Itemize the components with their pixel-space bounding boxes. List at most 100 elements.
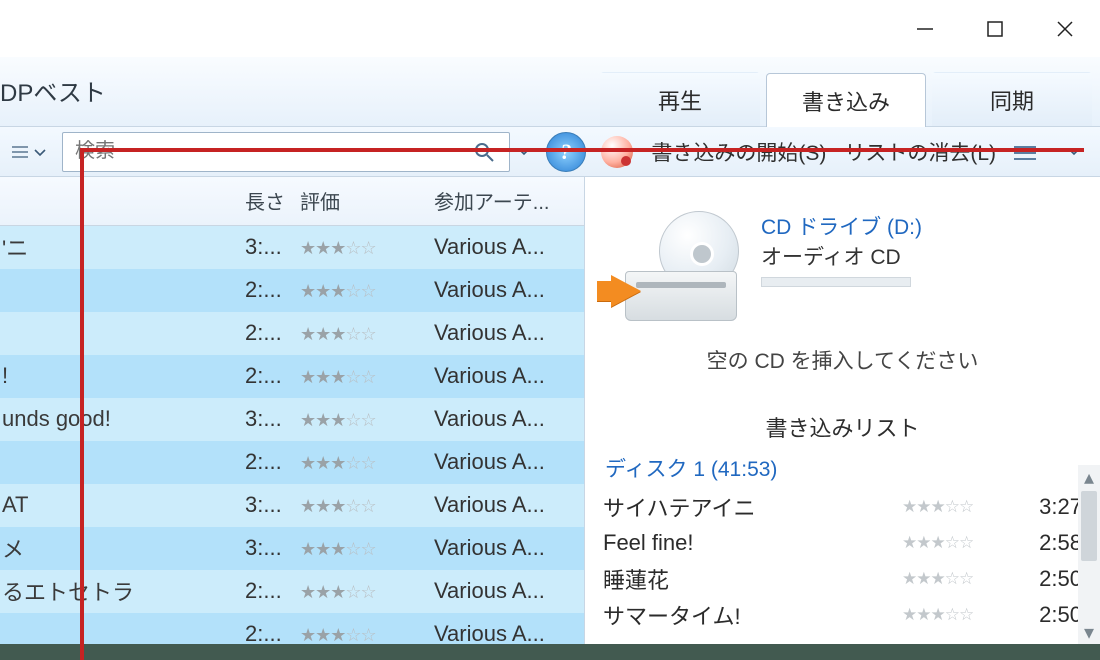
rating-stars[interactable]: ★★★☆☆ <box>300 367 376 387</box>
cell-artist: Various A... <box>434 406 584 432</box>
tab-strip: 再生 書き込み 同期 <box>600 72 1100 126</box>
rating-stars[interactable]: ★★★☆☆ <box>300 539 376 559</box>
cell-title: ! <box>0 363 245 389</box>
cell-length: 3:... <box>245 234 300 260</box>
main-split: 長さ 評価 参加アーテ... 'ニ3:...★★★☆☆Various A...2… <box>0 177 1100 644</box>
col-length[interactable]: 長さ <box>245 186 300 215</box>
scroll-up-icon[interactable]: ▴ <box>1078 465 1100 489</box>
table-row[interactable]: 'ニ3:...★★★☆☆ Various A... <box>0 226 584 269</box>
track-list: 'ニ3:...★★★☆☆Various A...2:...★★★☆☆Variou… <box>0 226 584 644</box>
drive-message: 空の CD を挿入してください <box>585 345 1100 375</box>
table-row[interactable]: 2:...★★★☆☆ Various A... <box>0 613 584 644</box>
table-row[interactable]: unds good!3:...★★★☆☆ Various A... <box>0 398 584 441</box>
burn-pane: CD ドライブ (D:) オーディオ CD 空の CD を挿入してください 書き… <box>585 177 1100 644</box>
col-artist[interactable]: 参加アーテ... <box>434 186 584 215</box>
burn-item-length: 2:50 <box>1022 566 1082 592</box>
drive-icon <box>625 211 745 321</box>
cell-length: 3:... <box>245 406 300 432</box>
scrollbar[interactable]: ▴ ▾ <box>1078 465 1100 644</box>
minimize-button[interactable] <box>890 0 960 57</box>
cell-rating: ★★★☆☆ <box>300 578 434 604</box>
view-options-dropdown[interactable] <box>0 132 56 172</box>
rating-stars[interactable]: ★★★☆☆ <box>300 238 376 258</box>
list-item[interactable]: サマータイム!★★★☆☆2:50 <box>603 597 1082 633</box>
rating-stars[interactable]: ★★★☆☆ <box>902 533 1022 553</box>
tab-sync[interactable]: 同期 <box>932 72 1092 126</box>
rating-stars[interactable]: ★★★☆☆ <box>902 497 1022 517</box>
cell-title: AT <box>0 492 245 518</box>
rating-stars[interactable]: ★★★☆☆ <box>300 625 376 644</box>
cell-title: 'ニ <box>0 231 245 263</box>
cell-title: メ <box>0 532 245 564</box>
window-titlebar <box>0 0 1100 57</box>
rating-stars[interactable]: ★★★☆☆ <box>902 605 1022 625</box>
rating-stars[interactable]: ★★★☆☆ <box>300 410 376 430</box>
insert-arrow-icon <box>611 275 641 307</box>
table-row[interactable]: AT3:...★★★☆☆ Various A... <box>0 484 584 527</box>
header-bar: DPベスト 再生 書き込み 同期 <box>0 57 1100 127</box>
table-row[interactable]: るエトセトラ2:...★★★☆☆Various A... <box>0 570 584 613</box>
library-pane: 長さ 評価 参加アーテ... 'ニ3:...★★★☆☆Various A...2… <box>0 177 585 644</box>
burn-item-length: 2:58 <box>1022 530 1082 556</box>
cell-rating: ★★★☆☆ <box>300 320 434 346</box>
cell-rating: ★★★☆☆ <box>300 621 434 644</box>
cell-length: 3:... <box>245 492 300 518</box>
rating-stars[interactable]: ★★★☆☆ <box>902 569 1022 589</box>
close-button[interactable] <box>1030 0 1100 57</box>
burn-item-name: 睡蓮花 <box>603 563 902 595</box>
burn-item-name: サマータイム! <box>603 599 902 631</box>
cell-length: 2:... <box>245 277 300 303</box>
table-row[interactable]: 2:...★★★☆☆Various A... <box>0 441 584 484</box>
tab-burn[interactable]: 書き込み <box>766 73 926 127</box>
burn-list[interactable]: サイハテアイニ★★★☆☆3:27Feel fine!★★★☆☆2:58睡蓮花★★… <box>585 489 1100 633</box>
list-item[interactable]: 睡蓮花★★★☆☆2:50 <box>603 561 1082 597</box>
drive-capacity-bar <box>761 277 911 287</box>
table-row[interactable]: メ3:...★★★☆☆Various A... <box>0 527 584 570</box>
table-row[interactable]: !2:...★★★☆☆ Various A... <box>0 355 584 398</box>
list-item[interactable]: サイハテアイニ★★★☆☆3:27 <box>603 489 1082 525</box>
cell-artist: Various A... <box>434 578 584 604</box>
cell-length: 2:... <box>245 363 300 389</box>
burn-item-name: サイハテアイニ <box>603 491 902 523</box>
rating-stars[interactable]: ★★★☆☆ <box>300 281 376 301</box>
cell-rating: ★★★☆☆ <box>300 535 434 561</box>
cell-artist: Various A... <box>434 320 584 346</box>
list-item[interactable]: Feel fine!★★★☆☆2:58 <box>603 525 1082 561</box>
cell-artist: Various A... <box>434 492 584 518</box>
burn-item-length: 3:27 <box>1022 494 1082 520</box>
tab-play[interactable]: 再生 <box>600 72 760 126</box>
cell-rating: ★★★☆☆ <box>300 449 434 475</box>
rating-stars[interactable]: ★★★☆☆ <box>300 453 376 473</box>
rating-stars[interactable]: ★★★☆☆ <box>300 496 376 516</box>
rating-stars[interactable]: ★★★☆☆ <box>300 324 376 344</box>
cell-rating: ★★★☆☆ <box>300 234 434 260</box>
cell-artist: Various A... <box>434 234 584 260</box>
rating-stars[interactable]: ★★★☆☆ <box>300 582 376 602</box>
cell-rating: ★★★☆☆ <box>300 363 434 389</box>
cell-length: 2:... <box>245 578 300 604</box>
cell-title: unds good! <box>0 406 245 432</box>
page-title: DPベスト <box>0 73 600 126</box>
drive-type: オーディオ CD <box>761 241 922 271</box>
chevron-down-icon <box>34 140 46 163</box>
disc-label: ディスク 1 (41:53) <box>585 443 1100 489</box>
table-row[interactable]: 2:...★★★☆☆ Various A... <box>0 312 584 355</box>
scroll-down-icon[interactable]: ▾ <box>1078 620 1100 644</box>
cell-artist: Various A... <box>434 621 584 644</box>
cell-artist: Various A... <box>434 363 584 389</box>
cell-artist: Various A... <box>434 277 584 303</box>
maximize-button[interactable] <box>960 0 1030 57</box>
cell-rating: ★★★☆☆ <box>300 277 434 303</box>
cell-length: 2:... <box>245 621 300 644</box>
cell-artist: Various A... <box>434 449 584 475</box>
scroll-thumb[interactable] <box>1081 491 1097 561</box>
burn-item-name: Feel fine! <box>603 530 902 556</box>
col-rating[interactable]: 評価 <box>300 186 434 215</box>
cell-length: 2:... <box>245 320 300 346</box>
burn-list-title: 書き込みリスト <box>585 411 1100 443</box>
drive-name: CD ドライブ (D:) <box>761 211 922 241</box>
table-row[interactable]: 2:...★★★☆☆ Various A... <box>0 269 584 312</box>
annotation-line-vertical <box>80 148 84 660</box>
annotation-line-horizontal <box>80 148 1084 152</box>
cell-rating: ★★★☆☆ <box>300 492 434 518</box>
